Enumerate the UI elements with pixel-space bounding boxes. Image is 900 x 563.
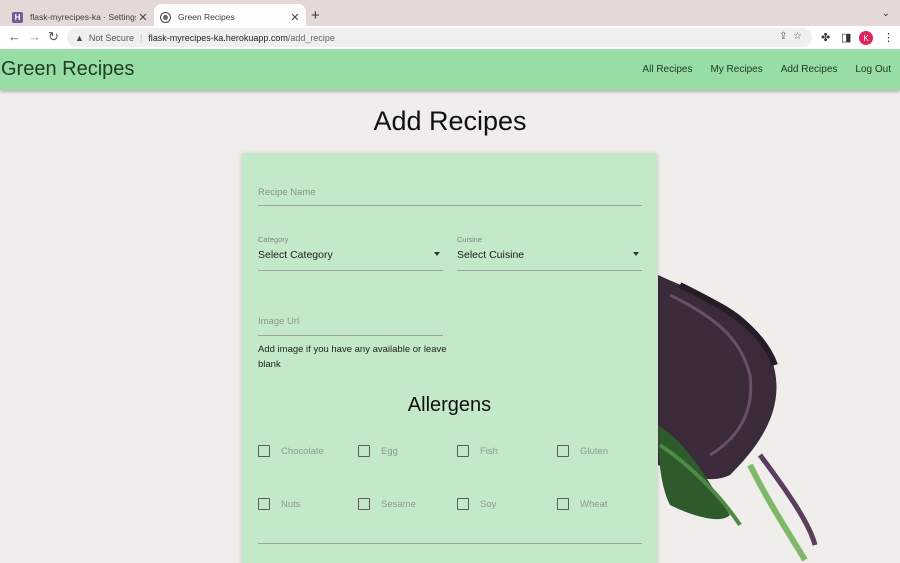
side-panel-icon[interactable]: ◨: [841, 31, 851, 44]
checkbox-icon[interactable]: [457, 497, 469, 510]
allergen-label: Egg: [381, 446, 398, 457]
recipe-name-field[interactable]: Recipe Name: [258, 177, 642, 206]
nav-link-add-recipes[interactable]: Add Recipes: [781, 64, 838, 75]
checkbox-icon[interactable]: [258, 497, 270, 510]
address-bar[interactable]: ▲ Not Secure | flask-myrecipes-ka.heroku…: [67, 28, 812, 47]
browser-toolbar: ← → ↻ ▲ Not Secure | flask-myrecipes-ka.…: [0, 26, 900, 50]
cuisine-select[interactable]: Cuisine Select Cuisine: [457, 235, 642, 271]
site-navbar: Green Recipes All Recipes My Recipes Add…: [0, 49, 900, 90]
allergen-label: Gluten: [580, 446, 608, 457]
url-path: /add_recipe: [287, 32, 335, 43]
profile-avatar[interactable]: K: [859, 31, 873, 45]
cuisine-value: Select Cuisine: [457, 249, 525, 261]
cuisine-label: Cuisine: [457, 235, 483, 244]
allergen-checkbox-nuts[interactable]: Nuts: [258, 497, 301, 510]
allergen-label: Soy: [480, 499, 497, 510]
caret-down-icon: [434, 252, 440, 256]
allergen-checkbox-fish[interactable]: Fish: [457, 444, 498, 457]
reload-icon[interactable]: ↻: [48, 29, 59, 45]
close-tab-icon[interactable]: ✕: [136, 11, 150, 24]
allergen-label: Wheat: [580, 499, 608, 510]
browser-menu-icon[interactable]: ⋮: [883, 31, 894, 44]
nav-link-my-recipes[interactable]: My Recipes: [710, 64, 762, 75]
site-brand[interactable]: Green Recipes: [1, 58, 134, 81]
url-host: flask-myrecipes-ka.herokuapp.com: [148, 32, 288, 43]
checkbox-icon[interactable]: [358, 497, 370, 510]
image-helper-text: Add image if you have any available or l…: [258, 344, 447, 370]
nav-links: All Recipes My Recipes Add Recipes Log O…: [642, 64, 891, 75]
allergen-checkbox-wheat[interactable]: Wheat: [557, 497, 607, 510]
tab-title: flask-myrecipes-ka · Settings |: [30, 12, 136, 22]
close-tab-icon[interactable]: ✕: [288, 11, 302, 24]
allergen-checkbox-chocolate[interactable]: Chocolate: [258, 444, 324, 457]
forward-arrow-icon[interactable]: →: [28, 29, 41, 44]
back-arrow-icon[interactable]: ←: [8, 29, 21, 44]
form-divider: [258, 543, 642, 544]
allergen-checkbox-soy[interactable]: Soy: [457, 497, 496, 510]
globe-favicon-icon: ◍: [160, 11, 171, 23]
allergen-checkbox-egg[interactable]: Egg: [358, 444, 398, 457]
recipe-name-placeholder: Recipe Name: [258, 187, 316, 198]
image-url-placeholder: Image Url: [258, 316, 300, 327]
kale-background-image: [658, 275, 818, 562]
page-title: Add Recipes: [373, 106, 527, 136]
extensions-icon[interactable]: ✤: [821, 31, 830, 44]
warning-icon: ▲: [75, 32, 84, 43]
checkbox-icon[interactable]: [258, 444, 270, 457]
checkbox-icon[interactable]: [557, 497, 569, 510]
allergen-label: Sesame: [381, 499, 416, 510]
allergen-checkbox-sesame[interactable]: Sesame: [358, 497, 416, 510]
checkbox-icon[interactable]: [457, 444, 469, 457]
allergen-label: Chocolate: [281, 446, 324, 457]
allergen-checkbox-gluten[interactable]: Gluten: [557, 444, 608, 457]
nav-link-log-out[interactable]: Log Out: [855, 64, 891, 75]
allergen-label: Nuts: [281, 499, 301, 510]
heroku-favicon-icon: H: [12, 11, 23, 23]
tab-search-chevron-icon[interactable]: ⌄: [882, 8, 890, 19]
category-value: Select Category: [258, 249, 333, 261]
caret-down-icon: [633, 252, 639, 256]
new-tab-button[interactable]: +: [311, 7, 320, 24]
allergens-heading: Allergens: [407, 394, 492, 416]
add-recipe-form: Recipe Name Category Select Category Cui…: [242, 153, 657, 563]
checkbox-icon[interactable]: [358, 444, 370, 457]
tab-title: Green Recipes: [178, 12, 235, 22]
security-status[interactable]: Not Secure: [89, 33, 134, 43]
url-separator: |: [139, 32, 143, 43]
share-and-bookmark-icons[interactable]: ⇪ ☆: [779, 31, 802, 42]
page-content: Green Recipes All Recipes My Recipes Add…: [0, 49, 900, 563]
image-url-field[interactable]: Image Url: [258, 308, 443, 336]
allergen-label: Fish: [480, 446, 498, 457]
category-label: Category: [258, 235, 289, 244]
nav-link-all-recipes[interactable]: All Recipes: [642, 64, 692, 75]
checkbox-icon[interactable]: [557, 444, 569, 457]
category-select[interactable]: Category Select Category: [258, 235, 443, 271]
